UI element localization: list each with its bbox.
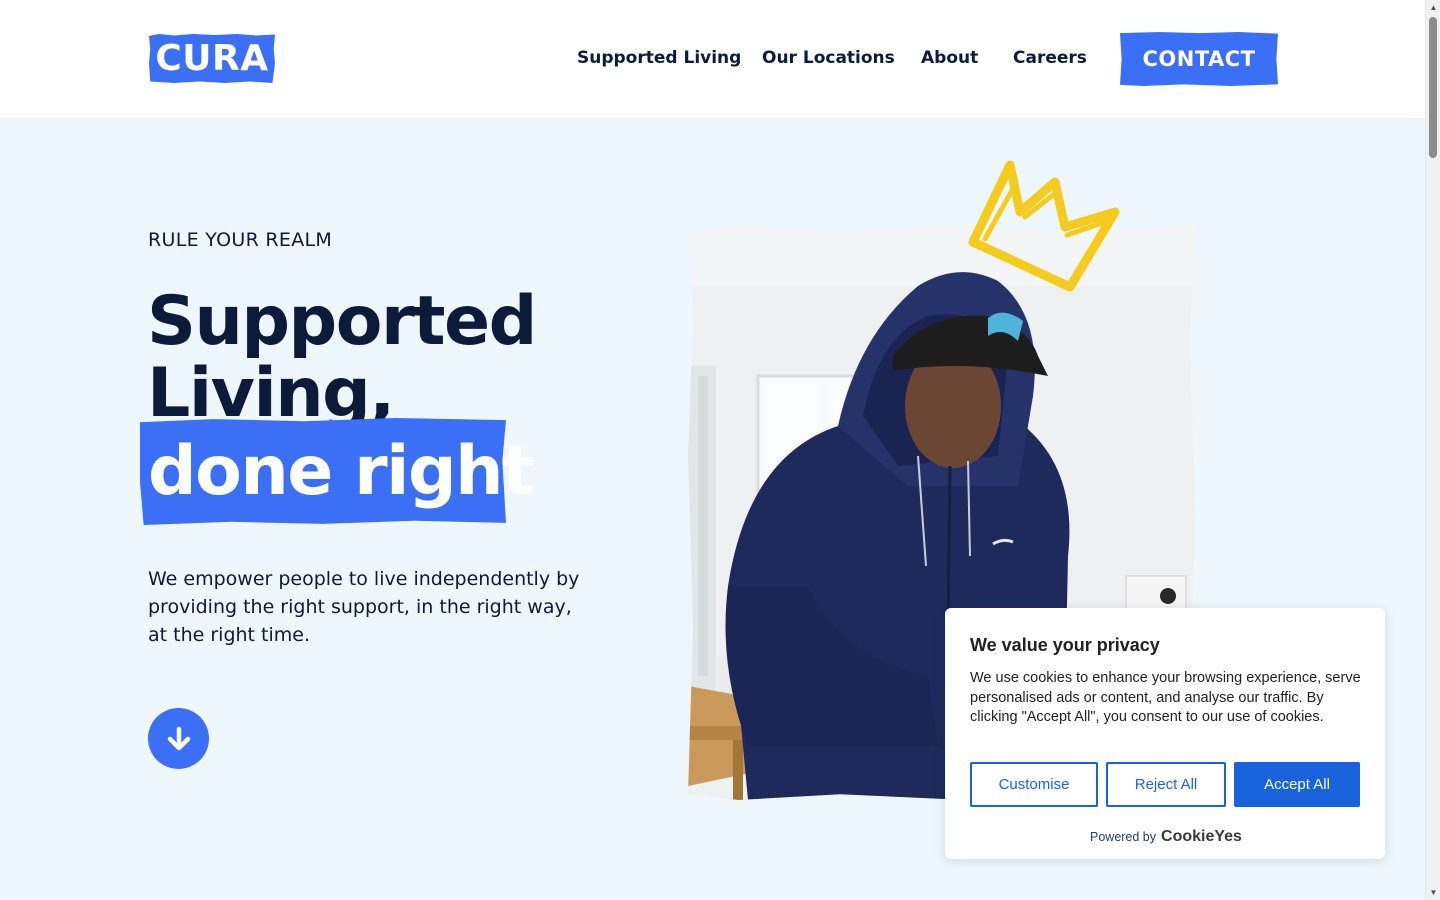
site-header: CURA Supported Living Our Locations Abou… <box>0 0 1425 118</box>
powered-by: Powered by CookieYes <box>1090 828 1242 846</box>
cookie-text: We use cookies to enhance your browsing … <box>970 670 1361 725</box>
nav-our-locations[interactable]: Our Locations <box>762 48 895 70</box>
reject-all-button[interactable]: Reject All <box>1106 762 1226 807</box>
headline-highlight: done right <box>148 432 535 511</box>
powered-by-label: Powered by <box>1090 830 1157 844</box>
customise-button[interactable]: Customise <box>970 762 1098 807</box>
nav-supported-living[interactable]: Supported Living <box>577 48 741 70</box>
scroll-down-arrow-icon[interactable]: ▼ <box>1426 885 1440 900</box>
cura-logo[interactable]: CURA <box>149 34 275 83</box>
accept-all-button[interactable]: Accept All <box>1234 762 1360 807</box>
scroll-up-arrow-icon[interactable]: ▲ <box>1426 0 1440 15</box>
cookie-consent-banner: We value your privacy We use cookies to … <box>945 608 1385 859</box>
cookie-title: We value your privacy <box>970 635 1160 655</box>
headline-line-2: Living, <box>147 354 395 433</box>
contact-button[interactable]: CONTACT <box>1120 32 1278 86</box>
crown-icon <box>968 160 1120 292</box>
nav-careers[interactable]: Careers <box>1013 48 1087 70</box>
arrow-down-icon <box>167 726 190 750</box>
scroll-down-button[interactable] <box>148 708 209 769</box>
scrollbar-thumb[interactable] <box>1429 17 1437 158</box>
nav-about[interactable]: About <box>921 48 978 70</box>
hero-eyebrow: RULE YOUR REALM <box>148 229 333 251</box>
headline-line-1: Supported <box>147 282 537 361</box>
hero-headline: Supported Living, <box>147 282 537 433</box>
cookieyes-logo[interactable]: CookieYes <box>1161 828 1242 846</box>
page-scrollbar[interactable]: ▲ ▼ <box>1425 0 1440 900</box>
hero-intro-text: We empower people to live independently … <box>148 568 580 646</box>
